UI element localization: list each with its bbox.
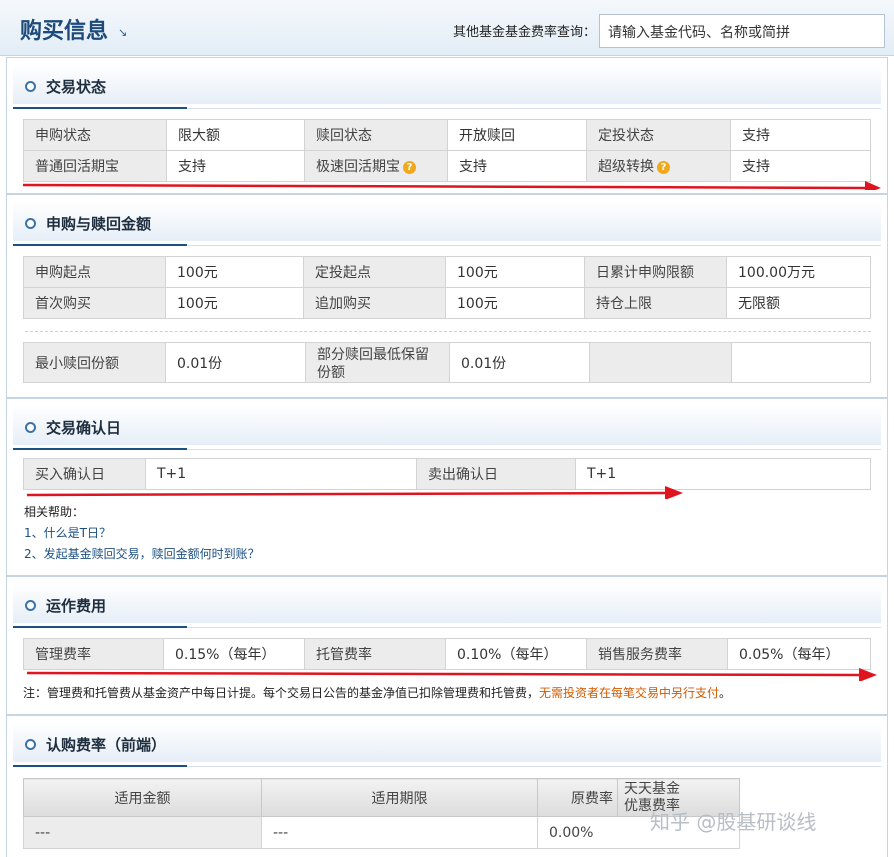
section-rule bbox=[187, 449, 881, 450]
table-cell-key: 定投起点 bbox=[303, 256, 446, 288]
section-rule bbox=[187, 108, 881, 109]
info-badge-icon[interactable]: ? bbox=[403, 160, 416, 174]
table-cell-value: 100.00万元 bbox=[726, 256, 871, 288]
section-underline bbox=[13, 244, 187, 246]
dashed-divider bbox=[25, 331, 871, 332]
circle-bullet-icon bbox=[25, 81, 36, 92]
table-cell-value: 100元 bbox=[165, 256, 304, 288]
section-subscription-rates: 认购费率（前端） 适用金额 适用期限 原费率 天天基金 优惠费率 --- ---… bbox=[6, 715, 888, 857]
table-cell-period: --- bbox=[261, 816, 538, 849]
section-rule bbox=[187, 245, 881, 246]
table-cell-amount: --- bbox=[23, 816, 262, 849]
section-header: 运作费用 bbox=[13, 583, 881, 628]
section-underline bbox=[13, 765, 187, 767]
fee-note: 注：管理费和托管费从基金资产中每日计提。每个交易日公告的基金净值已扣除管理费和托… bbox=[23, 684, 731, 701]
subscription-rate-table: 适用金额 适用期限 原费率 天天基金 优惠费率 --- --- 0.00% bbox=[23, 778, 740, 849]
table-cell-key bbox=[589, 342, 732, 383]
section-title: 申购与赎回金额 bbox=[46, 215, 152, 233]
table-cell-key: 部分赎回最低保留份额 bbox=[305, 342, 450, 383]
trade-status-table: 申购状态 限大额 赎回状态 开放赎回 定投状态 支持 普通回活期宝 支持 极速回… bbox=[23, 119, 871, 182]
fee-note-warning: 无需投资者在每笔交易中另行支付 bbox=[539, 686, 720, 700]
column-header-original-rate: 原费率 bbox=[537, 778, 618, 817]
table-cell-key: 持仓上限 bbox=[584, 287, 727, 319]
table-cell-value: 开放赎回 bbox=[447, 119, 587, 151]
section-title: 交易确认日 bbox=[46, 419, 122, 437]
title-corner-icon: ↘ bbox=[118, 26, 128, 39]
section-header: 交易确认日 bbox=[13, 405, 881, 450]
circle-bullet-icon bbox=[25, 218, 36, 229]
table-cell-value: 支持 bbox=[730, 119, 871, 151]
table-header-row: 适用金额 适用期限 原费率 天天基金 优惠费率 bbox=[23, 778, 740, 817]
page-title: 购买信息 bbox=[20, 19, 109, 44]
page-header: 购买信息 ↘ 其他基金基金费率查询： 请输入基金代码、名称或简拼 bbox=[0, 0, 894, 56]
table-row: --- --- 0.00% bbox=[23, 816, 740, 849]
table-cell-key: 定投状态 bbox=[586, 119, 731, 151]
help-title: 相关帮助： bbox=[24, 505, 85, 519]
section-rule bbox=[187, 766, 881, 767]
table-row: 首次购买 100元 追加购买 100元 持仓上限 无限额 bbox=[23, 287, 871, 319]
fee-note-end: 。 bbox=[719, 686, 732, 700]
section-header: 认购费率（前端） bbox=[13, 722, 881, 767]
help-link-redeem-arrival[interactable]: 2、发起基金赎回交易，赎回金额何时到账？ bbox=[24, 547, 260, 561]
circle-bullet-icon bbox=[25, 739, 36, 750]
column-header-period: 适用期限 bbox=[261, 778, 538, 817]
section-underline bbox=[13, 107, 187, 109]
table-cell-value: 0.01份 bbox=[165, 342, 306, 383]
table-cell-value bbox=[731, 342, 871, 383]
section-underline bbox=[13, 448, 187, 450]
section-header: 交易状态 bbox=[13, 64, 881, 109]
table-cell-key-text: 极速回活期宝 bbox=[316, 159, 400, 175]
amounts-table: 申购起点 100元 定投起点 100元 日累计申购限额 100.00万元 首次购… bbox=[23, 256, 871, 319]
table-cell-key: 日累计申购限额 bbox=[584, 256, 727, 288]
red-arrow-annotation bbox=[27, 668, 877, 681]
section-amounts: 申购与赎回金额 申购起点 100元 定投起点 100元 日累计申购限额 100.… bbox=[6, 194, 888, 398]
section-title: 认购费率（前端） bbox=[46, 736, 167, 754]
redeem-table: 最小赎回份额 0.01份 部分赎回最低保留份额 0.01份 bbox=[23, 342, 871, 383]
red-arrow-annotation bbox=[23, 181, 881, 190]
table-row: 申购状态 限大额 赎回状态 开放赎回 定投状态 支持 bbox=[23, 119, 871, 151]
table-cell-value: 限大额 bbox=[166, 119, 305, 151]
fund-fee-search-input[interactable]: 请输入基金代码、名称或简拼 bbox=[599, 14, 885, 48]
table-cell-key: 追加购买 bbox=[303, 287, 446, 319]
help-link-list: 1、什么是T日？ bbox=[24, 524, 111, 541]
section-rule bbox=[187, 627, 881, 628]
section-title: 运作费用 bbox=[46, 597, 107, 615]
table-cell-value: 0.01份 bbox=[449, 342, 590, 383]
table-cell-original-rate: 0.00% bbox=[537, 816, 740, 849]
fee-note-text: 注：管理费和托管费从基金资产中每日计提。每个交易日公告的基金净值已扣除管理费和托… bbox=[23, 686, 540, 700]
fund-fee-search-label: 其他基金基金费率查询： bbox=[453, 25, 597, 40]
section-header: 申购与赎回金额 bbox=[13, 201, 881, 246]
info-badge-icon[interactable]: ? bbox=[657, 160, 670, 174]
section-confirm-date: 交易确认日 买入确认日 T+1 卖出确认日 T+1 相关帮助： 1、什么是T日？… bbox=[6, 398, 888, 576]
table-cell-value: 100元 bbox=[165, 287, 304, 319]
table-cell-value: 100元 bbox=[445, 287, 585, 319]
circle-bullet-icon bbox=[25, 600, 36, 611]
table-row: 申购起点 100元 定投起点 100元 日累计申购限额 100.00万元 bbox=[23, 256, 871, 288]
circle-bullet-icon bbox=[25, 422, 36, 433]
table-cell-value: 无限额 bbox=[726, 287, 871, 319]
table-cell-key: 申购起点 bbox=[23, 256, 166, 288]
table-cell-key: 赎回状态 bbox=[304, 119, 448, 151]
table-cell-key: 最小赎回份额 bbox=[23, 342, 166, 383]
red-arrow-annotation bbox=[27, 486, 683, 499]
table-cell-key: 首次购买 bbox=[23, 287, 166, 319]
section-title: 交易状态 bbox=[46, 78, 107, 96]
column-header-amount: 适用金额 bbox=[23, 778, 262, 817]
section-operating-fees: 运作费用 管理费率 0.15%（每年） 托管费率 0.10%（每年） 销售服务费… bbox=[6, 576, 888, 715]
table-cell-key-text: 超级转换 bbox=[598, 159, 654, 175]
help-link-list: 2、发起基金赎回交易，赎回金额何时到账？ bbox=[24, 545, 260, 562]
column-header-discount-rate: 天天基金 优惠费率 bbox=[617, 778, 740, 817]
table-row: 最小赎回份额 0.01份 部分赎回最低保留份额 0.01份 bbox=[23, 342, 871, 383]
section-trade-status: 交易状态 申购状态 限大额 赎回状态 开放赎回 定投状态 支持 普通回活期宝 支… bbox=[6, 57, 888, 194]
section-underline bbox=[13, 626, 187, 628]
help-link-t-day[interactable]: 1、什么是T日？ bbox=[24, 526, 111, 540]
table-cell-key: 申购状态 bbox=[23, 119, 167, 151]
table-cell-value: 100元 bbox=[445, 256, 585, 288]
